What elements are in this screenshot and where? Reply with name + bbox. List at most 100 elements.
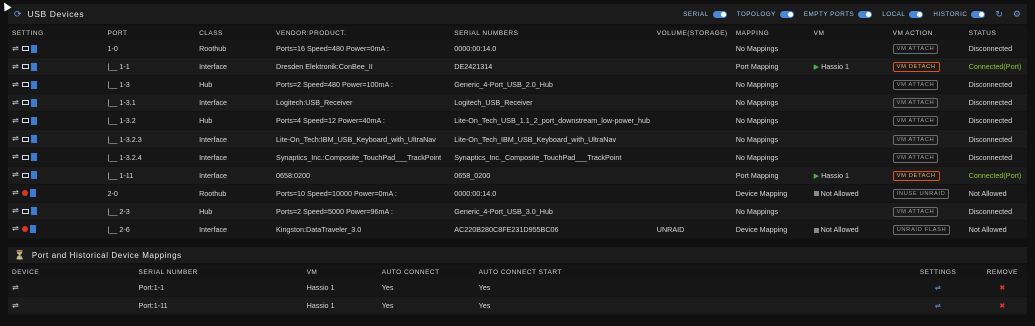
vendor-cell: Logitech:USB_Receiver (276, 98, 353, 108)
vm-action-button[interactable]: VM DETACH (892, 170, 940, 181)
serial-cell: Logitech_USB_Receiver (454, 98, 533, 108)
vm-action-button[interactable]: VM ATTACH (892, 134, 939, 145)
serial-cell: 0000:00:14.0 (454, 44, 497, 54)
refresh-circle-icon: ⟳ (14, 8, 22, 19)
row-settings[interactable]: ⇌ (8, 62, 103, 71)
vm-cell: ▶ Hassio 1 (810, 171, 889, 180)
document-icon[interactable] (31, 116, 37, 125)
col-vendor: VENDOR:PRODUCT. (276, 29, 347, 37)
col-mapping: MAPPING (735, 29, 770, 37)
row-settings[interactable]: ⇌ (8, 171, 103, 180)
document-icon[interactable] (30, 225, 36, 234)
usb-icon[interactable]: ⇌ (12, 171, 20, 179)
vm-action-cell: UNRAID FLASH (889, 224, 965, 235)
row-settings[interactable]: ⇌ (8, 189, 103, 198)
document-icon[interactable] (31, 135, 37, 144)
mappings-section-title: Port and Historical Device Mappings (31, 250, 182, 260)
row-settings[interactable]: ⇌ (8, 153, 103, 162)
row-settings[interactable]: ⇌ (8, 44, 103, 53)
toggle-topology[interactable]: TOPOLOGY (737, 10, 794, 18)
toggle-switch[interactable] (909, 10, 924, 18)
settings-cell: ⇌ (899, 283, 978, 292)
usb-icon[interactable]: ⇌ (12, 153, 20, 161)
mappings-section-header: ⏳ Port and Historical Device Mappings (8, 247, 1027, 264)
document-icon[interactable] (31, 153, 37, 162)
usb-icon[interactable]: ⇌ (12, 81, 20, 89)
document-icon[interactable] (31, 44, 37, 53)
vm-action-button[interactable]: VM DETACH (892, 62, 940, 73)
usb-icon[interactable]: ⇌ (12, 225, 20, 233)
remove-icon[interactable]: ✖ (999, 301, 1005, 310)
document-icon[interactable] (31, 62, 37, 71)
mapping-cell: Device Mapping (735, 188, 788, 198)
toggle-switch[interactable] (858, 10, 873, 18)
usb-icon[interactable]: ⇌ (12, 189, 20, 197)
document-icon[interactable] (31, 207, 37, 216)
status-cell: Connected(Port) (968, 170, 1022, 180)
table-header: SETTING PORT CLASS VENDOR:PRODUCT. SERIA… (8, 26, 1027, 40)
vm-action-button[interactable]: VM ATTACH (892, 44, 939, 55)
document-icon[interactable] (30, 189, 36, 198)
vm-action-button[interactable]: VM ATTACH (892, 98, 939, 109)
toggle-local[interactable]: LOCAL (882, 10, 924, 18)
vendor-cell: Ports=10 Speed=10000 Power=0mA : (276, 188, 397, 198)
usb-icon[interactable]: ⇌ (12, 135, 20, 143)
mappings-header: DEVICE SERIAL NUMBER VM AUTO CONNECT AUT… (8, 265, 1027, 280)
row-settings[interactable]: ⇌ (8, 98, 103, 107)
usb-icon[interactable]: ⇌ (12, 117, 20, 125)
col-vm-action: VM ACTION (892, 29, 933, 37)
vendor-cell: Lite-On_Tech:IBM_USB_Keyboard_with_Ultra… (276, 134, 436, 144)
class-cell: Roothub (199, 188, 227, 198)
row-settings[interactable]: ⇌ (8, 207, 103, 216)
vm-action-button[interactable]: VM ATTACH (892, 116, 939, 127)
document-icon[interactable] (31, 171, 37, 180)
vm-action-button[interactable]: VM ATTACH (892, 152, 939, 163)
document-icon[interactable] (31, 98, 37, 107)
usb-icon[interactable]: ⇌ (12, 63, 20, 71)
vm-action-button[interactable]: VM ATTACH (892, 206, 939, 217)
class-cell: Interface (199, 224, 228, 234)
usb-settings-icon[interactable]: ⇌ (935, 301, 941, 310)
toggle-switch[interactable] (779, 10, 794, 18)
mapping-cell: No Mappings (735, 44, 779, 54)
refresh-icon[interactable]: ↻ (995, 9, 1003, 20)
port-cell: 1-0 (107, 44, 118, 54)
vm-action-button[interactable]: VM ATTACH (892, 80, 939, 91)
monitor-icon (22, 154, 29, 160)
toggle-switch[interactable] (712, 10, 727, 18)
vm-action-button[interactable]: UNRAID FLASH (892, 224, 951, 235)
usb-icon[interactable]: ⇌ (12, 45, 20, 53)
port-cell: |__ 1-3 (107, 80, 130, 90)
table-row: ⇌ |__ 2-3 Hub Ports=2 Speed=5000 Power=9… (8, 202, 1027, 221)
toggle-empty-ports[interactable]: EMPTY PORTS (804, 10, 873, 18)
toggle-historic[interactable]: HISTORIC (933, 10, 986, 18)
row-settings[interactable]: ⇌ (8, 135, 103, 144)
serial-number-cell: Port:1-11 (138, 301, 168, 311)
usb-icon[interactable]: ⇌ (12, 99, 20, 107)
serial-cell: Synaptics_Inc._Composite_TouchPad___Trac… (454, 152, 622, 162)
toggle-switch[interactable] (971, 10, 986, 18)
class-cell: Interface (199, 98, 228, 108)
vm-action-button[interactable]: INUSE UNRAID (892, 188, 950, 199)
mapping-cell: Device Mapping (735, 224, 788, 234)
toggle-serial[interactable]: SERIAL (683, 10, 727, 18)
vm-name: Not Allowed (820, 188, 859, 198)
row-settings[interactable]: ⇌ (8, 225, 103, 234)
remove-icon[interactable]: ✖ (999, 283, 1005, 292)
stop-icon (813, 227, 819, 233)
port-cell: |__ 2-3 (107, 206, 130, 216)
class-cell: Hub (199, 116, 213, 126)
auto-connect-cell: Yes (381, 283, 394, 293)
status-cell: Disconnected (968, 98, 1013, 108)
row-settings[interactable]: ⇌ (8, 80, 103, 89)
vm-action-cell: VM ATTACH (889, 134, 965, 145)
row-settings[interactable]: ⇌ (8, 116, 103, 125)
vendor-cell: Ports=2 Speed=480 Power=100mA : (276, 80, 393, 90)
usb-icon[interactable]: ⇌ (12, 207, 20, 215)
port-cell: |__ 1-3.1 (107, 98, 136, 108)
gear-icon[interactable]: ⚙ (1013, 9, 1021, 20)
usb-settings-icon[interactable]: ⇌ (935, 283, 941, 292)
document-icon[interactable] (31, 80, 37, 89)
serial-cell: Lite-On_Tech_IBM_USB_Keyboard_with_Ultra… (454, 134, 617, 144)
col-vm: VM (813, 29, 825, 37)
